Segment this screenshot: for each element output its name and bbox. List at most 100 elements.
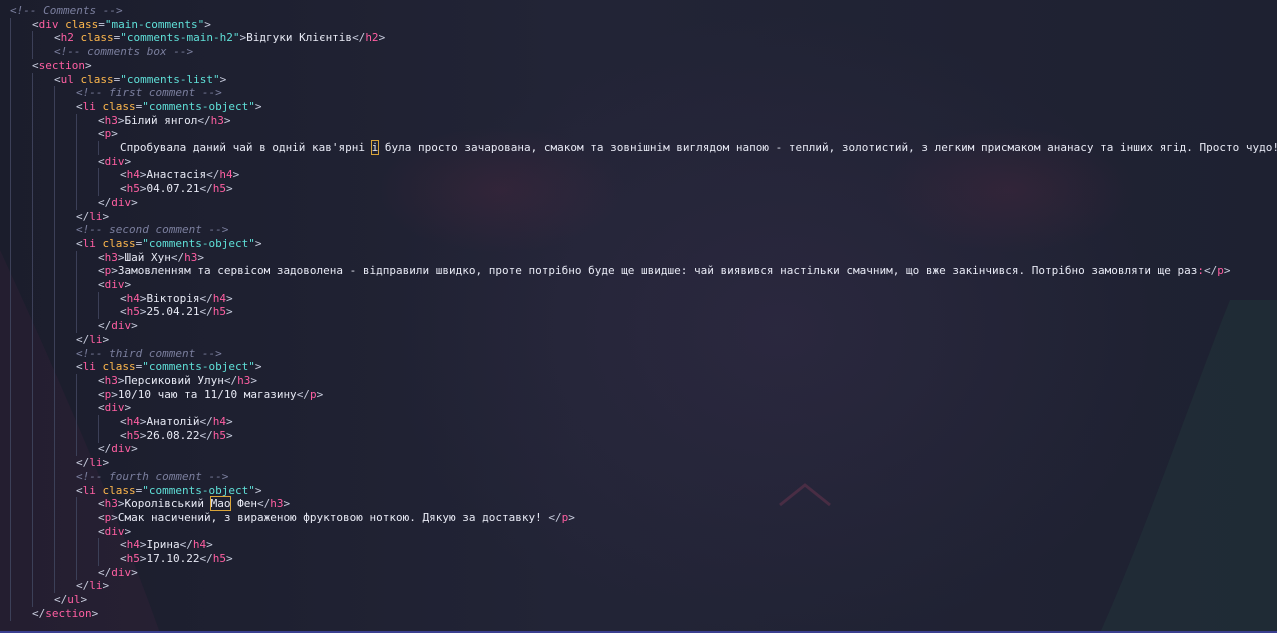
indent-guide bbox=[10, 182, 11, 197]
code-token: h4 bbox=[219, 168, 233, 182]
code-token: h3 bbox=[270, 497, 284, 511]
code-line[interactable]: <div> bbox=[0, 278, 1277, 292]
code-line[interactable]: <p> bbox=[0, 127, 1277, 142]
code-line[interactable]: <div> bbox=[0, 401, 1277, 416]
code-line[interactable]: <!-- first comment --> bbox=[0, 86, 1277, 101]
code-line[interactable]: <h3>Шай Хун</h3> bbox=[0, 250, 1277, 265]
code-token: h4 bbox=[126, 291, 140, 305]
indent-guide bbox=[10, 360, 11, 375]
code-line[interactable]: <div> bbox=[0, 524, 1277, 539]
indent-guide bbox=[10, 223, 11, 238]
code-line[interactable]: <p>Замовленням та сервісом задоволена - … bbox=[0, 264, 1277, 279]
code-line[interactable]: </section> bbox=[0, 606, 1277, 621]
code-editor[interactable]: <!-- Comments --> <div class="main-commen… bbox=[0, 0, 1277, 633]
code-token: Відгуки Клієнтів bbox=[246, 31, 353, 45]
code-token: < bbox=[32, 58, 39, 72]
indent-guide bbox=[54, 209, 55, 224]
code-line[interactable]: Спробувала даний чай в одній кав'ярні і … bbox=[0, 140, 1277, 155]
code-token: "main-comments" bbox=[104, 17, 205, 31]
code-line[interactable]: </div> bbox=[0, 319, 1277, 334]
code-line[interactable]: <section> bbox=[0, 58, 1277, 73]
indent-guide bbox=[54, 497, 55, 512]
code-text: <section> bbox=[32, 59, 92, 73]
code-line[interactable]: <li class="comments-object"> bbox=[0, 360, 1277, 375]
code-line[interactable]: <!-- Comments --> bbox=[0, 4, 1277, 18]
code-text: <p>10/10 чаю та 11/10 магазину</p> bbox=[98, 388, 323, 402]
code-line[interactable]: <li class="comments-object"> bbox=[0, 236, 1277, 251]
code-line[interactable]: <h2 class="comments-main-h2">Відгуки Клі… bbox=[0, 31, 1277, 46]
code-token: > bbox=[117, 113, 125, 127]
indent-guide bbox=[54, 223, 55, 238]
code-line[interactable]: </div> bbox=[0, 195, 1277, 210]
code-line[interactable]: <div class="main-comments"> bbox=[0, 17, 1277, 32]
code-token: </ bbox=[98, 442, 112, 456]
code-text: <li class="comments-object"> bbox=[76, 237, 261, 251]
indent-guide bbox=[76, 538, 77, 553]
code-line[interactable]: <li class="comments-object"> bbox=[0, 99, 1277, 114]
code-token: > bbox=[204, 17, 211, 31]
code-line[interactable]: <!-- comments box --> bbox=[0, 45, 1277, 60]
code-line[interactable]: <!-- third comment --> bbox=[0, 346, 1277, 361]
code-line[interactable]: <!-- fourth comment --> bbox=[0, 469, 1277, 484]
indent-guide bbox=[32, 278, 33, 292]
code-text: <div> bbox=[98, 155, 131, 169]
code-line[interactable]: <h4>Ірина</h4> bbox=[0, 538, 1277, 553]
code-line[interactable]: <ul class="comments-list"> bbox=[0, 72, 1277, 87]
code-token: < bbox=[32, 17, 39, 31]
code-token: > bbox=[131, 442, 138, 456]
code-token: > bbox=[102, 209, 110, 223]
indent-guide bbox=[98, 168, 99, 183]
indent-guide bbox=[76, 264, 77, 279]
code-line[interactable]: <h4>Анастасія</h4> bbox=[0, 168, 1277, 183]
code-token: < bbox=[54, 31, 61, 45]
indent-guide bbox=[10, 538, 11, 553]
code-token: 04.07.21 bbox=[146, 182, 200, 196]
code-line[interactable]: <h5>26.08.22</h5> bbox=[0, 428, 1277, 443]
indent-guide bbox=[32, 579, 33, 594]
code-token: <!-- third comment --> bbox=[76, 346, 222, 360]
code-line[interactable]: <h5>04.07.21</h5> bbox=[0, 182, 1277, 197]
indent-guide bbox=[54, 141, 55, 155]
indent-guide bbox=[76, 291, 77, 306]
code-token: > bbox=[378, 31, 386, 45]
code-token: > bbox=[117, 497, 125, 511]
code-line[interactable]: <p>10/10 чаю та 11/10 магазину</p> bbox=[0, 387, 1277, 402]
code-token: </ bbox=[199, 415, 213, 428]
code-line[interactable]: </li> bbox=[0, 579, 1277, 594]
code-line[interactable]: <p>Смак насичений, з вираженою фруктовою… bbox=[0, 510, 1277, 525]
code-line[interactable]: <h4>Вікторія</h4> bbox=[0, 291, 1277, 306]
indent-guide bbox=[54, 154, 55, 169]
code-token: > bbox=[225, 182, 233, 196]
code-line[interactable]: <div> bbox=[0, 154, 1277, 169]
code-token: ul bbox=[67, 593, 81, 607]
code-line[interactable]: <!-- second comment --> bbox=[0, 223, 1277, 238]
code-token: h4 bbox=[212, 415, 226, 428]
code-line[interactable]: </div> bbox=[0, 565, 1277, 580]
indent-guide bbox=[32, 319, 33, 334]
indent-guide bbox=[10, 373, 11, 388]
code-line[interactable]: <h3>Персиковий Улун</h3> bbox=[0, 373, 1277, 388]
indent-guide bbox=[98, 182, 99, 197]
code-token: < bbox=[98, 510, 105, 524]
code-line[interactable]: <li class="comments-object"> bbox=[0, 483, 1277, 498]
indent-guide bbox=[32, 401, 33, 416]
code-token: < bbox=[98, 524, 105, 538]
code-line[interactable]: </div> bbox=[0, 442, 1277, 457]
code-line[interactable]: <h3>Королівський Мао Фен</h3> bbox=[0, 496, 1277, 512]
code-line[interactable]: </ul> bbox=[0, 593, 1277, 608]
code-token: class bbox=[102, 360, 136, 374]
code-line[interactable]: </li> bbox=[0, 209, 1277, 224]
indent-guide bbox=[76, 195, 77, 210]
code-token: < bbox=[120, 538, 127, 552]
code-line[interactable]: <h4>Анатолій</h4> bbox=[0, 415, 1277, 429]
code-line[interactable]: </li> bbox=[0, 456, 1277, 471]
code-line[interactable]: <h3>Білий янгол</h3> bbox=[0, 113, 1277, 128]
code-line[interactable]: <h5>17.10.22</h5> bbox=[0, 552, 1277, 566]
code-line[interactable]: </li> bbox=[0, 332, 1277, 347]
indent-guide bbox=[10, 415, 11, 429]
code-token: class bbox=[80, 72, 114, 86]
indent-guide bbox=[32, 305, 33, 320]
code-line[interactable]: <h5>25.04.21</h5> bbox=[0, 305, 1277, 320]
indent-guide bbox=[10, 45, 11, 60]
code-token: div bbox=[111, 442, 132, 456]
